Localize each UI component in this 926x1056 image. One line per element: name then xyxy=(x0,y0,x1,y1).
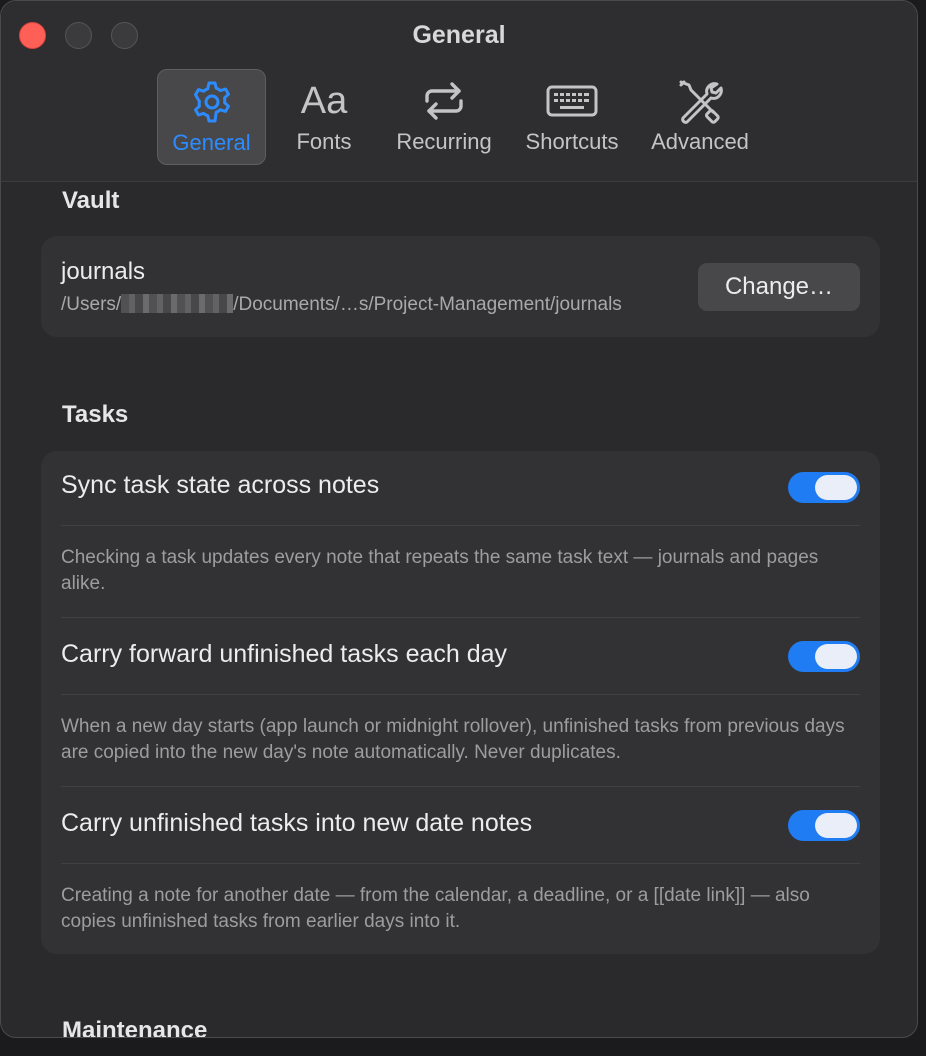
setting-description: Checking a task updates every note that … xyxy=(61,547,819,594)
redacted-username xyxy=(121,294,234,313)
tools-icon xyxy=(644,77,756,125)
vault-card: journals /Users/ /Documents/…s/Project-Ma… xyxy=(41,236,880,337)
setting-row-carry-forward: Carry forward unfinished tasks each day xyxy=(61,620,860,695)
setting-label: Carry unfinished tasks into new date not… xyxy=(61,809,533,837)
vault-name: journals xyxy=(61,258,146,285)
toggle-knob xyxy=(815,644,857,669)
divider xyxy=(61,786,860,787)
setting-description: Creating a note for another date — from … xyxy=(61,885,810,932)
vault-path-suffix: /Documents/…s/Project-Management/journal… xyxy=(233,294,622,315)
carry-forward-toggle[interactable] xyxy=(788,641,860,672)
window-title: General xyxy=(412,21,506,49)
vault-path-prefix: /Users/ xyxy=(61,294,122,315)
settings-window: General General Aa Fonts Recurring Short… xyxy=(0,0,918,1038)
tab-general[interactable]: General xyxy=(157,69,266,165)
tab-advanced-label: Advanced xyxy=(651,129,749,154)
divider xyxy=(61,617,860,618)
maintenance-heading: Maintenance xyxy=(62,1017,208,1038)
setting-row-carry-into-date-notes: Carry unfinished tasks into new date not… xyxy=(61,789,860,864)
sync-task-state-toggle[interactable] xyxy=(788,472,860,503)
tab-fonts[interactable]: Aa Fonts xyxy=(276,69,372,165)
setting-row-sync-task-state: Sync task state across notes xyxy=(61,451,860,526)
tab-general-label: General xyxy=(172,130,251,155)
tab-advanced[interactable]: Advanced xyxy=(644,69,756,165)
tasks-heading: Tasks xyxy=(62,401,129,428)
fonts-icon-glyph: Aa xyxy=(300,80,348,122)
setting-label: Carry forward unfinished tasks each day xyxy=(61,640,508,668)
vault-path: /Users/ /Documents/…s/Project-Management/… xyxy=(61,294,622,316)
keyboard-icon xyxy=(514,77,630,125)
tab-shortcuts-label: Shortcuts xyxy=(525,129,619,154)
carry-into-date-notes-toggle[interactable] xyxy=(788,810,860,841)
repeat-icon xyxy=(385,77,503,125)
setting-label: Sync task state across notes xyxy=(61,471,380,499)
toggle-knob xyxy=(815,813,857,838)
toggle-knob xyxy=(815,475,857,500)
setting-description: When a new day starts (app launch or mid… xyxy=(61,716,845,763)
change-vault-button[interactable]: Change… xyxy=(698,263,860,311)
tab-fonts-label: Fonts xyxy=(296,129,352,154)
toolbar: General General Aa Fonts Recurring Short… xyxy=(1,1,917,182)
fonts-icon: Aa xyxy=(276,77,372,125)
preferences-tabs: General Aa Fonts Recurring Shortcuts Adv… xyxy=(1,69,917,165)
tab-recurring[interactable]: Recurring xyxy=(385,69,503,165)
tab-recurring-label: Recurring xyxy=(396,129,492,154)
gear-icon xyxy=(158,78,265,126)
vault-heading: Vault xyxy=(62,187,120,214)
tab-shortcuts[interactable]: Shortcuts xyxy=(514,69,630,165)
tasks-card: Sync task state across notes Checking a … xyxy=(41,451,880,954)
